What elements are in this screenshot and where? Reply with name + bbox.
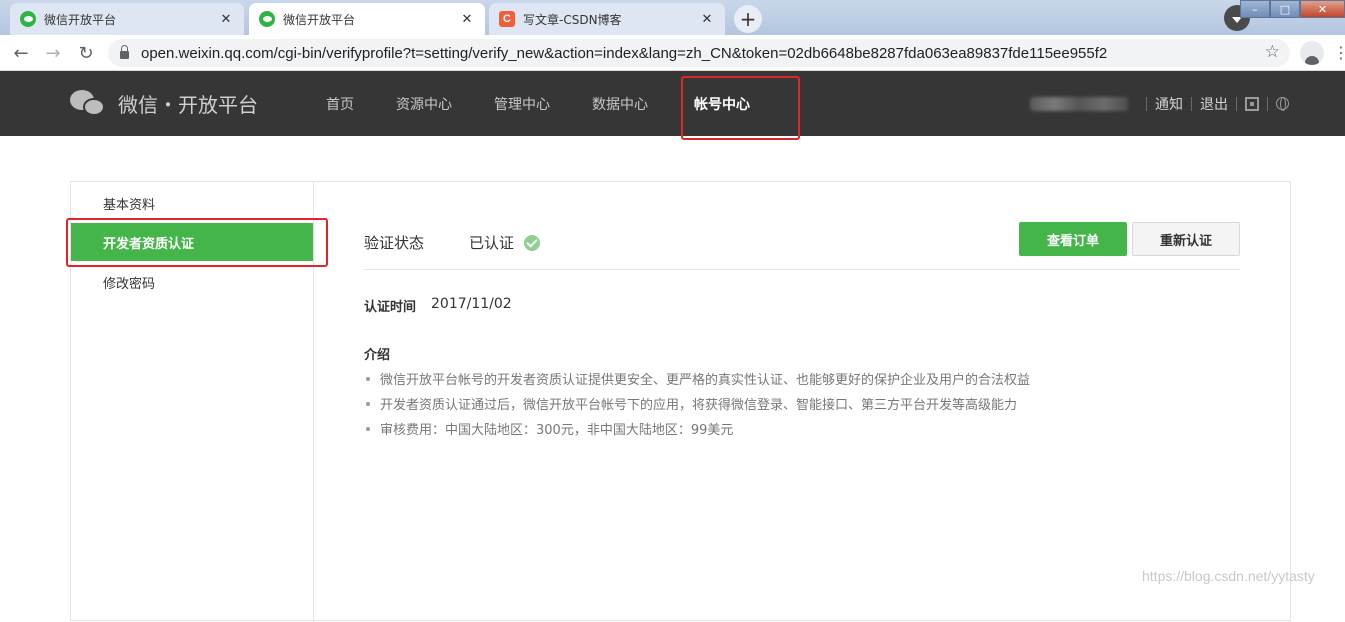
intro-title: 介绍 — [364, 348, 391, 363]
wechat-logo-icon — [70, 88, 106, 118]
verification-time: 认证时间 2017/11/02 — [364, 296, 512, 315]
header-user-area: 通知 退出 — [1030, 71, 1289, 136]
browser-menu-icon[interactable]: ⋮ — [1333, 43, 1345, 62]
tab-title: 写文章-CSDN博客 — [523, 12, 622, 27]
list-item: 开发者资质认证通过后，微信开放平台帐号下的应用，将获得微信登录、智能接口、第三方… — [364, 391, 1030, 416]
logo-text: 微信・开放平台 — [118, 92, 258, 117]
notify-link[interactable]: 通知 — [1155, 94, 1183, 114]
sidebar-item-basic-info[interactable]: 基本资料 — [71, 184, 313, 222]
nav-management[interactable]: 管理中心 — [473, 71, 571, 136]
close-icon[interactable]: ✕ — [218, 12, 234, 27]
globe-icon[interactable] — [1276, 97, 1289, 111]
site-logo[interactable]: 微信・开放平台 — [70, 88, 258, 118]
bookmark-star-icon[interactable]: ☆ — [1265, 42, 1280, 62]
time-value: 2017/11/02 — [431, 296, 512, 312]
browser-tab-3[interactable]: C 写文章-CSDN博客 ✕ — [489, 3, 725, 35]
status-value-text: 已认证 — [469, 234, 515, 252]
qrcode-icon[interactable] — [1245, 96, 1259, 111]
highlight-nav-account — [681, 76, 800, 140]
tab-title: 微信开放平台 — [44, 12, 117, 27]
new-tab-button[interactable]: + — [734, 5, 762, 33]
close-icon[interactable]: ✕ — [699, 12, 715, 27]
list-item: 微信开放平台帐号的开发者资质认证提供更安全、更严格的真实性认证、也能够更好的保护… — [364, 366, 1030, 391]
close-icon[interactable]: ✕ — [459, 12, 475, 27]
check-circle-icon — [524, 234, 541, 251]
wechat-icon — [20, 11, 36, 27]
status-row: 验证状态 已认证 查看订单 重新认证 — [364, 222, 1240, 270]
forward-button[interactable]: → — [41, 41, 65, 65]
list-item: 审核费用：中国大陆地区：300元，非中国大陆地区：99美元 — [364, 416, 1030, 441]
account-name-blurred — [1030, 96, 1128, 111]
browser-toolbar: ← → ↻ open.weixin.qq.com/cgi-bin/verifyp… — [0, 35, 1345, 71]
minimize-button[interactable]: – — [1240, 0, 1270, 18]
maximize-button[interactable]: □ — [1270, 0, 1300, 18]
window-controls: – □ ✕ — [1240, 0, 1345, 18]
highlight-sidebar-verification — [66, 218, 328, 267]
reverify-button[interactable]: 重新认证 — [1132, 222, 1240, 256]
intro-list: 微信开放平台帐号的开发者资质认证提供更安全、更严格的真实性认证、也能够更好的保护… — [364, 366, 1030, 441]
browser-tab-2[interactable]: 微信开放平台 ✕ — [249, 3, 485, 35]
status-label: 验证状态 — [364, 234, 425, 252]
window-close-button[interactable]: ✕ — [1300, 0, 1345, 18]
nav-home[interactable]: 首页 — [305, 71, 375, 136]
csdn-icon: C — [499, 11, 515, 27]
sidebar-item-change-password[interactable]: 修改密码 — [71, 263, 313, 301]
nav-resources[interactable]: 资源中心 — [375, 71, 473, 136]
watermark: https://blog.csdn.net/yytasty — [1142, 568, 1315, 584]
nav-data[interactable]: 数据中心 — [571, 71, 669, 136]
browser-tab-1[interactable]: 微信开放平台 ✕ — [10, 3, 244, 35]
address-bar[interactable]: open.weixin.qq.com/cgi-bin/verifyprofile… — [108, 39, 1290, 67]
url-text: open.weixin.qq.com/cgi-bin/verifyprofile… — [141, 44, 1108, 62]
wechat-icon — [259, 11, 275, 27]
time-label: 认证时间 — [364, 300, 417, 315]
logout-link[interactable]: 退出 — [1200, 94, 1228, 114]
account-icon[interactable] — [1300, 41, 1324, 65]
view-order-button[interactable]: 查看订单 — [1019, 222, 1127, 256]
lock-icon — [120, 45, 129, 59]
back-button[interactable]: ← — [9, 41, 33, 65]
status-value: 已认证 — [469, 232, 541, 253]
reload-button[interactable]: ↻ — [74, 41, 98, 65]
site-header: 微信・开放平台 首页 资源中心 管理中心 数据中心 帐号中心 通知 退出 — [0, 71, 1345, 136]
tab-title: 微信开放平台 — [283, 12, 356, 27]
browser-tab-strip: 微信开放平台 ✕ 微信开放平台 ✕ C 写文章-CSDN博客 ✕ + – □ ✕ — [0, 0, 1345, 35]
